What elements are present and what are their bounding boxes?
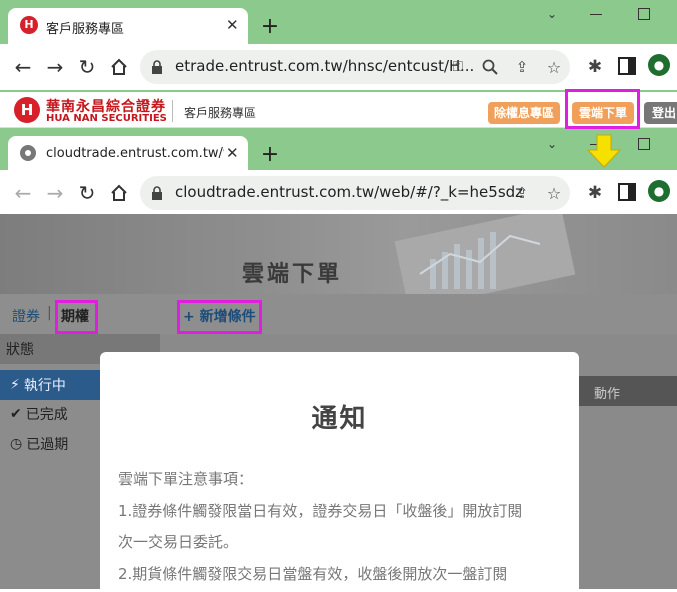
- new-tab-icon[interactable]: +: [258, 142, 282, 167]
- tab-search-chevron-icon[interactable]: ⌄: [544, 4, 560, 24]
- profile-avatar-icon[interactable]: ●: [648, 54, 670, 76]
- column-action: 動作: [594, 387, 621, 402]
- logout-button[interactable]: 登出: [644, 102, 677, 124]
- tab-title: 客戶服務專區: [46, 22, 125, 37]
- back-arrow-icon[interactable]: ←: [10, 180, 36, 206]
- close-tab-icon[interactable]: ✕: [226, 144, 239, 162]
- toolbar: ← → ↻ etrade.entrust.com.tw/hnsc/entcust…: [0, 44, 677, 90]
- status-running-label: 執行中: [23, 378, 66, 394]
- toolbar: ← → ↻ cloudtrade.entrust.com.tw/web/#/?_…: [0, 170, 677, 216]
- status-header-label: 狀態: [6, 342, 34, 358]
- checkmark-icon: ✔: [10, 406, 22, 422]
- tab-separator: |: [47, 305, 52, 321]
- dividend-zone-button[interactable]: 除權息專區: [488, 102, 560, 124]
- tab-securities[interactable]: 證券: [12, 306, 40, 326]
- address-bar[interactable]: cloudtrade.entrust.com.tw/web/#/?_k=he5s…: [140, 176, 570, 210]
- hua-nan-favicon-icon: H: [20, 16, 38, 34]
- browser-tab-back[interactable]: H 客戶服務專區 ✕: [8, 8, 248, 44]
- bookmark-star-icon[interactable]: ☆: [544, 183, 564, 203]
- home-icon[interactable]: [106, 54, 132, 80]
- banner-title: 雲端下單: [242, 262, 343, 287]
- status-done-label: 已完成: [25, 407, 68, 423]
- browser-tab-front[interactable]: cloudtrade.entrust.com.tw/web ✕: [8, 136, 248, 172]
- modal-line-2: 1.證券條件觸發限當日有效，證券交易日「收盤後」開放訂閱: [118, 502, 523, 520]
- new-tab-icon[interactable]: +: [258, 14, 282, 39]
- banner-chart-graphic-icon: [394, 214, 576, 294]
- extensions-puzzle-icon[interactable]: ✱: [584, 182, 606, 204]
- minimize-icon[interactable]: [588, 12, 604, 16]
- header-divider: [172, 100, 173, 122]
- address-bar[interactable]: etrade.entrust.com.tw/hnsc/entcust/H... …: [140, 50, 570, 84]
- profile-avatar-icon[interactable]: ●: [648, 180, 670, 202]
- lightning-icon: ⚡: [10, 377, 20, 393]
- modal-line-1: 雲端下單注意事項：: [118, 470, 254, 488]
- maximize-icon[interactable]: [638, 8, 650, 20]
- notice-modal: 通知 雲端下單注意事項： 1.證券條件觸發限當日有效，證券交易日「收盤後」開放訂…: [100, 352, 579, 592]
- tab-search-chevron-icon[interactable]: ⌄: [544, 134, 560, 154]
- reload-icon[interactable]: ↻: [74, 180, 100, 206]
- extensions-puzzle-icon[interactable]: ✱: [584, 56, 606, 78]
- site-section-title: 客戶服務專區: [184, 106, 257, 120]
- share-icon[interactable]: ⇪: [512, 57, 532, 77]
- modal-title: 通知: [311, 404, 368, 434]
- add-condition-highlight: [177, 300, 262, 334]
- yellow-down-arrow-icon: [586, 134, 622, 168]
- bookmark-star-icon[interactable]: ☆: [544, 57, 564, 77]
- share-icon[interactable]: ⇪: [512, 183, 532, 203]
- globe-favicon-icon: [20, 145, 36, 161]
- lock-icon[interactable]: [150, 59, 164, 75]
- market-tabs: 證券 | 期權 + 新增條件: [0, 294, 677, 334]
- key-icon[interactable]: ⚿: [448, 57, 468, 77]
- close-tab-icon[interactable]: ✕: [226, 16, 239, 34]
- tab-title: cloudtrade.entrust.com.tw/web: [46, 146, 224, 161]
- zoom-icon[interactable]: [480, 57, 500, 77]
- home-icon[interactable]: [106, 180, 132, 206]
- logo-english-name: HUA NAN SECURITIES: [46, 113, 167, 124]
- lock-icon[interactable]: [150, 185, 164, 201]
- maximize-icon[interactable]: [638, 138, 650, 150]
- url-text: etrade.entrust.com.tw/hnsc/entcust/H...: [175, 57, 475, 75]
- forward-arrow-icon[interactable]: →: [42, 54, 68, 80]
- banner: 雲端下單: [0, 214, 677, 294]
- hua-nan-logo-icon: H: [14, 97, 40, 123]
- forward-arrow-icon[interactable]: →: [42, 180, 68, 206]
- clock-icon: ◷: [10, 436, 23, 452]
- modal-line-3: 次一交易日委託。: [118, 533, 239, 551]
- side-panel-icon[interactable]: [618, 57, 636, 75]
- back-arrow-icon[interactable]: ←: [10, 54, 36, 80]
- modal-line-4: 2.期貨條件觸發限交易日當盤有效，收盤後開放次一盤訂閱: [118, 565, 508, 583]
- reload-icon[interactable]: ↻: [74, 54, 100, 80]
- url-text: cloudtrade.entrust.com.tw/web/#/?_k=he5s…: [175, 183, 524, 201]
- cloud-order-highlight: [565, 89, 640, 129]
- status-expired-label: 已過期: [26, 437, 69, 453]
- browser-window-front: cloudtrade.entrust.com.tw/web ✕ + ⌄ ← → …: [0, 130, 677, 592]
- side-panel-icon[interactable]: [618, 183, 636, 201]
- futures-tab-highlight: [55, 300, 98, 334]
